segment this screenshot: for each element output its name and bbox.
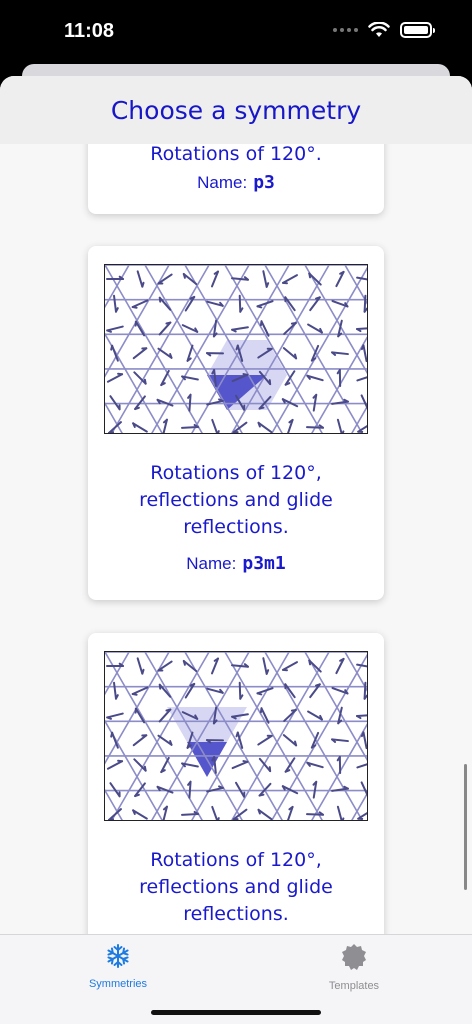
- tab-bar: Symmetries Templates: [0, 934, 472, 1024]
- signal-icon: [333, 28, 358, 32]
- scroll-indicator[interactable]: [464, 764, 467, 890]
- symmetry-list[interactable]: Rotations of 120°. Name: p3 Rotations of …: [0, 144, 472, 934]
- symmetry-name: p3: [253, 172, 275, 193]
- status-time: 11:08: [64, 20, 115, 42]
- symmetry-name: p3m1: [242, 553, 286, 574]
- card-description-line: Rotations of 120°,: [150, 462, 322, 484]
- pattern-preview: [104, 264, 368, 434]
- snowflake-icon: [105, 944, 131, 968]
- card-description-line: reflections.: [183, 903, 289, 925]
- status-bar: 11:08: [0, 0, 472, 64]
- tab-symmetries[interactable]: Symmetries: [58, 943, 178, 990]
- symmetry-card-p3m1[interactable]: Rotations of 120°, reflections and glide…: [88, 246, 384, 600]
- card-description: Rotations of 120°.: [150, 144, 322, 165]
- tab-templates[interactable]: Templates: [294, 943, 414, 992]
- nav-header: Choose a symmetry: [0, 76, 472, 144]
- card-description-line: reflections and glide: [139, 489, 333, 511]
- gear-badge-icon: [342, 944, 366, 970]
- card-description-line: reflections.: [183, 516, 289, 538]
- wifi-icon: [368, 22, 390, 37]
- pattern-preview: [104, 651, 368, 821]
- card-description-line: reflections and glide: [139, 876, 333, 898]
- symmetry-card-p31m[interactable]: Rotations of 120°, reflections and glide…: [88, 633, 384, 934]
- symmetry-card-p3[interactable]: Rotations of 120°. Name: p3: [88, 144, 384, 214]
- tab-label: Templates: [328, 980, 380, 992]
- card-name-row: Name: p3m1: [88, 553, 384, 574]
- symmetry-sheet: Choose a symmetry Rotations of 120°. Nam…: [0, 76, 472, 1024]
- status-icons: [333, 22, 435, 38]
- tab-label: Symmetries: [88, 978, 148, 990]
- home-indicator[interactable]: [151, 1010, 321, 1015]
- page-title: Choose a symmetry: [110, 95, 362, 125]
- battery-icon: [400, 22, 435, 38]
- card-description-line: Rotations of 120°,: [150, 849, 322, 871]
- name-label: Name:: [197, 173, 248, 192]
- card-name-row: Name: p3: [88, 172, 384, 193]
- name-label: Name:: [186, 554, 237, 573]
